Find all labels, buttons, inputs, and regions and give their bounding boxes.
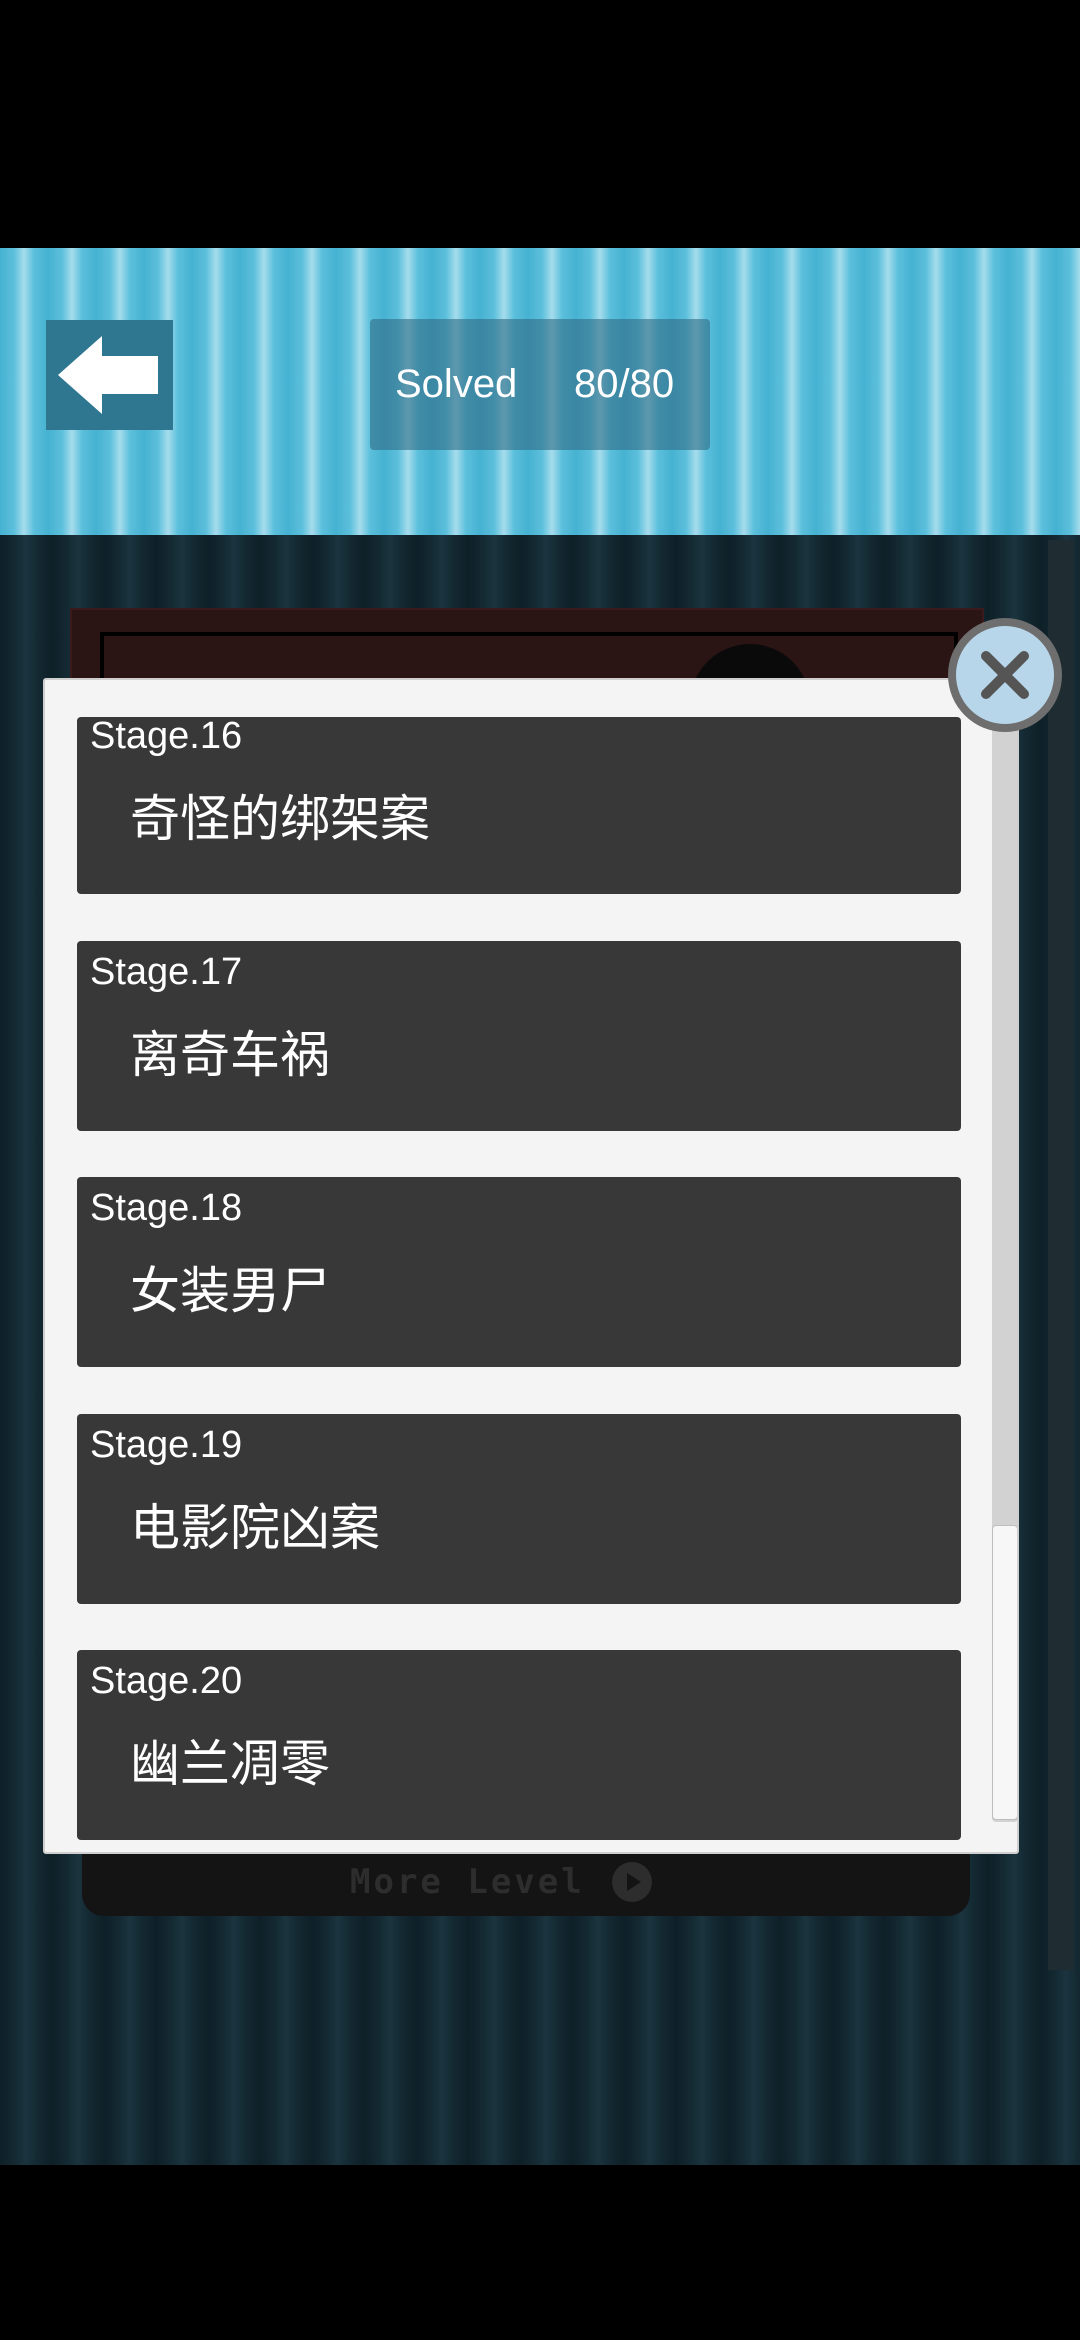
stage-item-18[interactable]: Stage.18 女装男尸 bbox=[77, 1177, 961, 1367]
back-button[interactable] bbox=[46, 320, 173, 430]
stage-number: Stage.20 bbox=[90, 1660, 243, 1702]
stage-number: Stage.18 bbox=[90, 1187, 243, 1229]
stage-number: Stage.16 bbox=[90, 717, 243, 757]
solved-panel: Solved 80/80 bbox=[370, 319, 710, 450]
close-button-face bbox=[956, 626, 1054, 724]
close-button[interactable] bbox=[948, 618, 1062, 732]
solved-label: Solved bbox=[395, 362, 518, 406]
stage-number: Stage.17 bbox=[90, 951, 243, 993]
stage-number: Stage.19 bbox=[90, 1424, 243, 1466]
background-scrollbar bbox=[1048, 540, 1074, 1970]
stage-select-modal: Stage.16 奇怪的绑架案 Stage.17 离奇车祸 Stage.18 女… bbox=[43, 678, 1019, 1854]
stage-title: 电影院凶案 bbox=[130, 1499, 380, 1557]
stage-item-19[interactable]: Stage.19 电影院凶案 bbox=[77, 1414, 961, 1604]
play-icon bbox=[612, 1862, 652, 1902]
stage-item-16[interactable]: Stage.16 奇怪的绑架案 bbox=[77, 717, 961, 894]
arrow-left-icon bbox=[58, 336, 158, 414]
navigation-bar-area bbox=[0, 2165, 1080, 2340]
stage-title: 离奇车祸 bbox=[130, 1026, 330, 1084]
solved-count: 80/80 bbox=[574, 362, 675, 406]
stage-title: 奇怪的绑架案 bbox=[130, 790, 430, 848]
stage-item-17[interactable]: Stage.17 离奇车祸 bbox=[77, 941, 961, 1131]
scrollbar-thumb[interactable] bbox=[992, 1525, 1017, 1820]
stage-list[interactable]: Stage.16 奇怪的绑架案 Stage.17 离奇车祸 Stage.18 女… bbox=[45, 680, 995, 1852]
stage-title: 幽兰凋零 bbox=[130, 1735, 330, 1793]
status-bar-area bbox=[0, 0, 1080, 248]
stage-item-20[interactable]: Stage.20 幽兰凋零 bbox=[77, 1650, 961, 1840]
more-level-label: More Level bbox=[350, 1862, 585, 1902]
stage-title: 女装男尸 bbox=[130, 1262, 330, 1320]
close-icon bbox=[981, 651, 1029, 699]
more-level-button[interactable]: More Level bbox=[82, 1852, 970, 1916]
